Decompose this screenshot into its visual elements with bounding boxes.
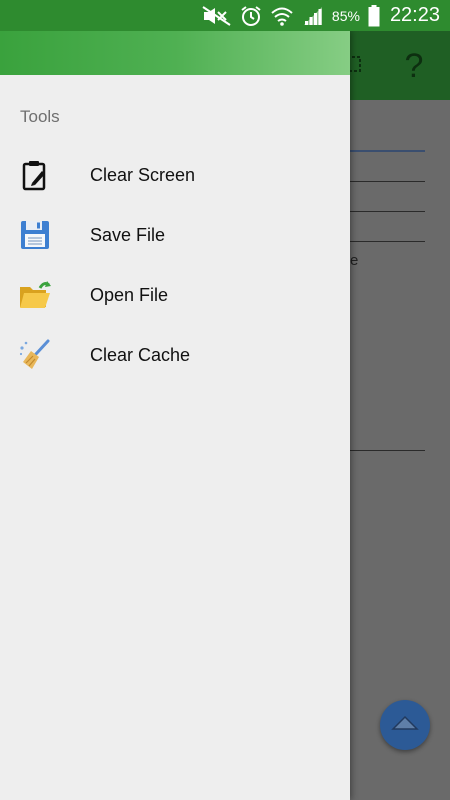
floppy-disk-icon <box>18 218 52 252</box>
divider <box>350 181 425 182</box>
menu-item-clear-cache[interactable]: Clear Cache <box>0 325 350 385</box>
content-text: e <box>350 252 359 269</box>
wifi-icon <box>270 5 294 27</box>
divider <box>350 450 425 451</box>
battery-icon <box>368 4 380 27</box>
divider <box>350 241 425 242</box>
signal-icon <box>302 6 324 26</box>
drawer-section-title: Tools <box>20 107 60 126</box>
alarm-icon <box>240 5 262 27</box>
mute-icon <box>202 5 232 26</box>
drawer-header <box>0 31 350 75</box>
clock: 22:23 <box>389 4 440 26</box>
menu-item-label: Clear Screen <box>90 164 196 185</box>
chevron-up-icon <box>390 713 420 738</box>
clear-screen-icon <box>18 158 52 192</box>
navigation-drawer: Tools Clear Screen Save File Open File C… <box>0 31 350 800</box>
svg-text:?: ? <box>405 47 424 83</box>
menu-item-save-file[interactable]: Save File <box>0 205 350 265</box>
menu-item-open-file[interactable]: Open File <box>0 265 350 325</box>
battery-percent: 85% <box>331 7 360 24</box>
menu-item-label: Open File <box>90 284 169 305</box>
open-folder-icon <box>18 278 52 312</box>
menu-item-label: Clear Cache <box>90 344 191 365</box>
broom-icon <box>18 338 52 372</box>
scroll-top-button[interactable] <box>380 700 430 750</box>
menu-item-label: Save File <box>90 224 166 245</box>
menu-item-clear-screen[interactable]: Clear Screen <box>0 145 350 205</box>
divider <box>350 150 425 152</box>
divider <box>350 211 425 212</box>
status-bar: 85% 22:23 <box>0 0 450 31</box>
help-icon[interactable]: ? <box>402 45 426 88</box>
